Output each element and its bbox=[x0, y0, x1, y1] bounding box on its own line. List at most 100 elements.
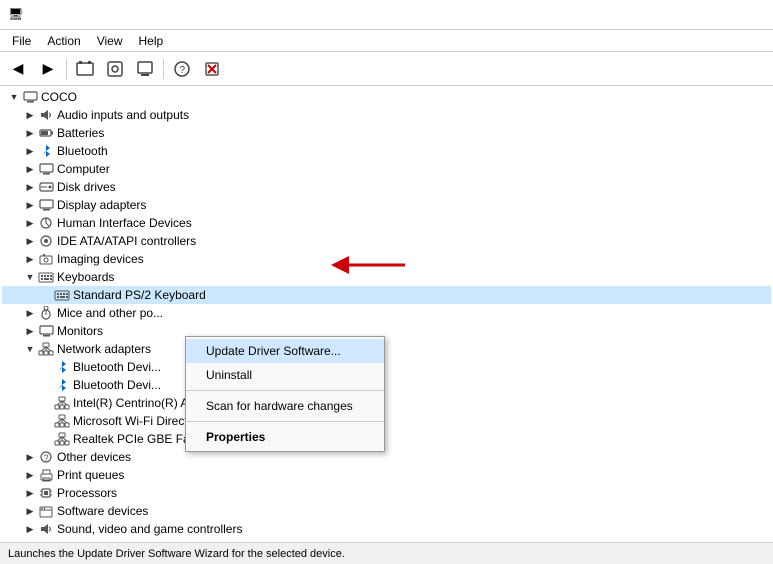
item-icon bbox=[38, 233, 54, 249]
item-icon bbox=[38, 125, 54, 141]
tree-item-btdev1[interactable]: Bluetooth Devi... bbox=[2, 358, 771, 376]
tree-item-other[interactable]: ?Other devices bbox=[2, 448, 771, 466]
tree-item-processors[interactable]: Processors bbox=[2, 484, 771, 502]
expand-arrow[interactable] bbox=[22, 233, 38, 249]
tree-item-coco[interactable]: COCO bbox=[2, 88, 771, 106]
toolbar-help-button[interactable]: ? bbox=[168, 56, 196, 82]
expand-arrow[interactable] bbox=[22, 323, 38, 339]
tree-item-diskdrives[interactable]: Disk drives bbox=[2, 178, 771, 196]
item-icon bbox=[38, 269, 54, 285]
toolbar-back-button[interactable]: ◀ bbox=[4, 56, 32, 82]
context-menu-item-scan[interactable]: Scan for hardware changes bbox=[186, 394, 384, 418]
expand-arrow[interactable] bbox=[22, 539, 38, 542]
item-icon bbox=[54, 287, 70, 303]
item-icon bbox=[38, 215, 54, 231]
item-label: Standard PS/2 Keyboard bbox=[73, 288, 206, 302]
menu-item-view[interactable]: View bbox=[89, 32, 131, 50]
item-label: Keyboards bbox=[57, 270, 114, 284]
main-content: COCO Audio inputs and outputs Batteries Blu… bbox=[0, 86, 773, 542]
expand-arrow[interactable] bbox=[22, 107, 38, 123]
tree-item-hid[interactable]: Human Interface Devices bbox=[2, 214, 771, 232]
item-label: Storage controllers bbox=[57, 540, 158, 542]
menu-item-action[interactable]: Action bbox=[39, 32, 88, 50]
context-menu-item-uninstall[interactable]: Uninstall bbox=[186, 363, 384, 387]
minimize-button[interactable] bbox=[671, 5, 701, 25]
tree-item-bluetooth[interactable]: Bluetooth bbox=[2, 142, 771, 160]
item-icon bbox=[54, 377, 70, 393]
menu-item-file[interactable]: File bbox=[4, 32, 39, 50]
item-icon bbox=[54, 431, 70, 447]
item-label: Disk drives bbox=[57, 180, 116, 194]
toolbar-scan-button[interactable] bbox=[101, 56, 129, 82]
menu-bar: FileActionViewHelp bbox=[0, 30, 773, 52]
context-menu-item-update[interactable]: Update Driver Software... bbox=[186, 339, 384, 363]
tree-item-btdev2[interactable]: Bluetooth Devi... bbox=[2, 376, 771, 394]
expand-arrow[interactable] bbox=[22, 251, 38, 267]
item-label: Mice and other po... bbox=[57, 306, 163, 320]
item-label: Batteries bbox=[57, 126, 104, 140]
expand-arrow[interactable] bbox=[22, 467, 38, 483]
tree-item-display[interactable]: Display adapters bbox=[2, 196, 771, 214]
tree-item-msvirtual[interactable]: Microsoft Wi-Fi Direct Virtual Adapter bbox=[2, 412, 771, 430]
expand-arrow[interactable] bbox=[22, 521, 38, 537]
item-icon bbox=[38, 323, 54, 339]
item-icon bbox=[38, 179, 54, 195]
toolbar-properties-button[interactable] bbox=[71, 56, 99, 82]
toolbar-separator-2 bbox=[163, 59, 164, 79]
expand-arrow[interactable] bbox=[6, 89, 22, 105]
item-icon bbox=[54, 413, 70, 429]
item-icon bbox=[38, 305, 54, 321]
expand-arrow[interactable] bbox=[22, 503, 38, 519]
item-label: Bluetooth Devi... bbox=[73, 378, 161, 392]
tree-item-ide[interactable]: IDE ATA/ATAPI controllers bbox=[2, 232, 771, 250]
expand-arrow[interactable] bbox=[22, 341, 38, 357]
item-label: Other devices bbox=[57, 450, 131, 464]
expand-arrow[interactable] bbox=[22, 161, 38, 177]
tree-item-mice[interactable]: Mice and other po... bbox=[2, 304, 771, 322]
expand-arrow[interactable] bbox=[22, 269, 38, 285]
expand-arrow[interactable] bbox=[22, 197, 38, 213]
item-icon bbox=[38, 503, 54, 519]
title-bar-left: 🖥 bbox=[8, 7, 30, 23]
expand-arrow[interactable] bbox=[22, 449, 38, 465]
tree-item-batteries[interactable]: Batteries bbox=[2, 124, 771, 142]
tree-item-print[interactable]: Print queues bbox=[2, 466, 771, 484]
tree-item-stdps2[interactable]: Standard PS/2 Keyboard bbox=[2, 286, 771, 304]
tree-item-computer[interactable]: Computer bbox=[2, 160, 771, 178]
tree-item-intel[interactable]: Intel(R) Centrino(R) Advanced-N 6235 bbox=[2, 394, 771, 412]
expand-arrow[interactable] bbox=[22, 125, 38, 141]
tree-item-realtek[interactable]: Realtek PCIe GBE Family Controller bbox=[2, 430, 771, 448]
tree-item-imaging[interactable]: Imaging devices bbox=[2, 250, 771, 268]
tree-item-storage[interactable]: Storage controllers bbox=[2, 538, 771, 542]
menu-item-help[interactable]: Help bbox=[131, 32, 172, 50]
toolbar-uninstall-button[interactable] bbox=[198, 56, 226, 82]
context-menu-item-properties[interactable]: Properties bbox=[186, 425, 384, 449]
device-tree[interactable]: COCO Audio inputs and outputs Batteries Blu… bbox=[0, 86, 773, 542]
expand-arrow[interactable] bbox=[22, 215, 38, 231]
maximize-button[interactable] bbox=[703, 5, 733, 25]
toolbar-update-button[interactable] bbox=[131, 56, 159, 82]
item-icon: ? bbox=[38, 449, 54, 465]
tree-item-software[interactable]: Software devices bbox=[2, 502, 771, 520]
tree-item-audio[interactable]: Audio inputs and outputs bbox=[2, 106, 771, 124]
item-label: Display adapters bbox=[57, 198, 146, 212]
item-label: Bluetooth bbox=[57, 144, 108, 158]
item-label: Print queues bbox=[57, 468, 124, 482]
expand-arrow[interactable] bbox=[22, 305, 38, 321]
expand-arrow[interactable] bbox=[22, 485, 38, 501]
context-menu-separator bbox=[186, 390, 384, 391]
item-icon bbox=[54, 359, 70, 375]
tree-item-sound[interactable]: Sound, video and game controllers bbox=[2, 520, 771, 538]
tree-item-monitors[interactable]: Monitors bbox=[2, 322, 771, 340]
item-icon bbox=[38, 341, 54, 357]
item-label: Audio inputs and outputs bbox=[57, 108, 189, 122]
expand-arrow[interactable] bbox=[22, 143, 38, 159]
close-button[interactable] bbox=[735, 5, 765, 25]
tree-item-network[interactable]: Network adapters bbox=[2, 340, 771, 358]
toolbar-forward-button[interactable]: ▶ bbox=[34, 56, 62, 82]
status-text: Launches the Update Driver Software Wiza… bbox=[8, 548, 345, 560]
item-label: Processors bbox=[57, 486, 117, 500]
item-label: IDE ATA/ATAPI controllers bbox=[57, 234, 196, 248]
expand-arrow[interactable] bbox=[22, 179, 38, 195]
tree-item-keyboards[interactable]: Keyboards bbox=[2, 268, 771, 286]
